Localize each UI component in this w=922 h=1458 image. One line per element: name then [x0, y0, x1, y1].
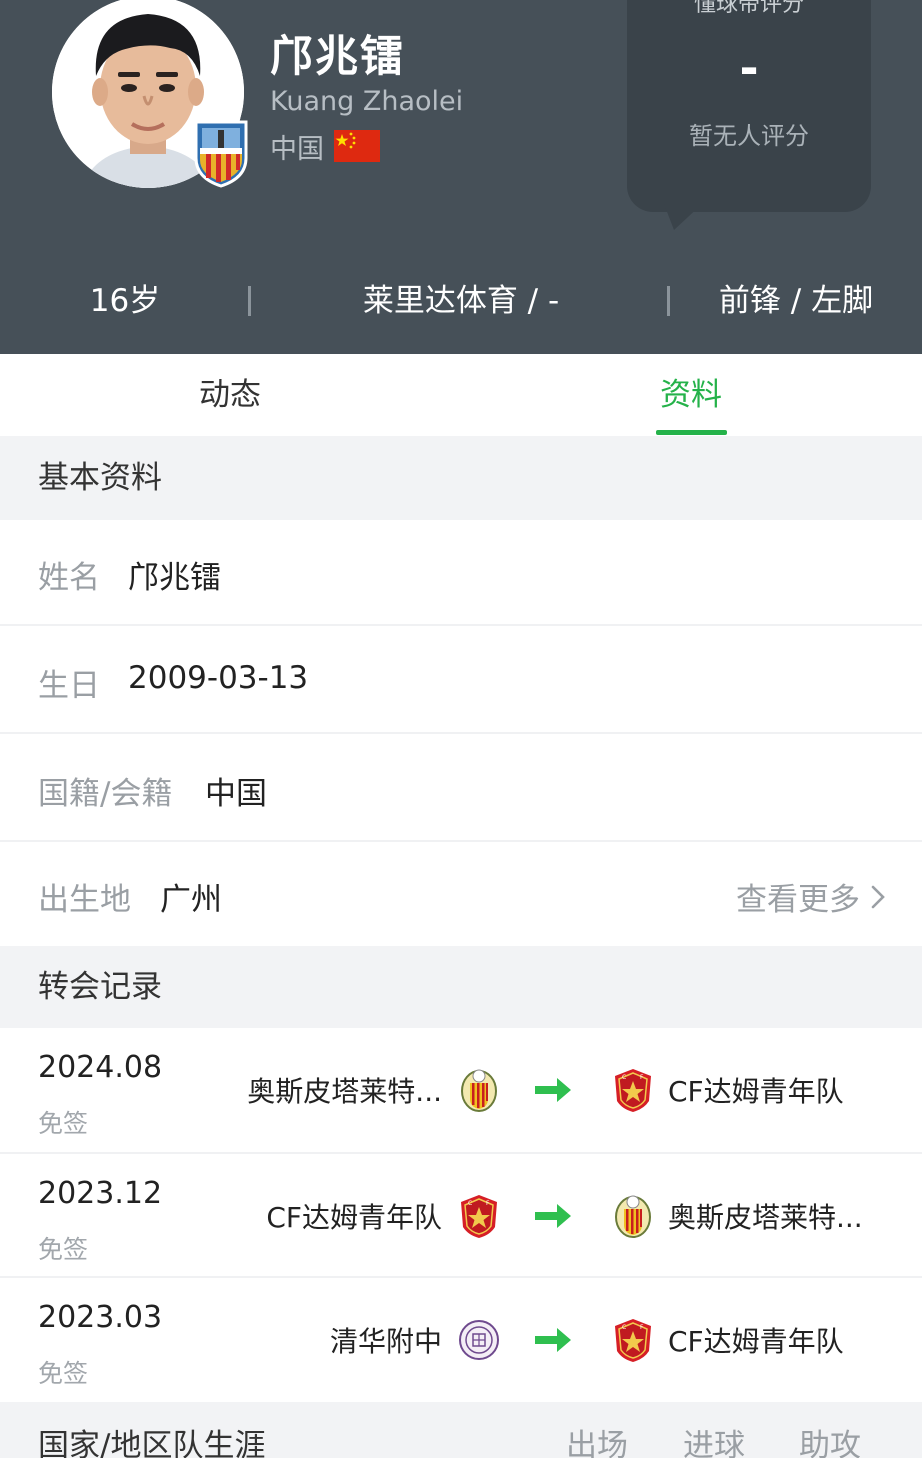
info-row-name: 姓名 邝兆镭 — [0, 520, 922, 626]
club-name: 清华附中 — [329, 1325, 442, 1358]
transfer-row[interactable]: 2023.12 免签 CF达姆青年队 奥斯皮塔莱特... — [0, 1154, 922, 1278]
arrow-right-icon — [535, 1078, 571, 1102]
cf-damm-badge-icon — [460, 1194, 498, 1239]
club-name: 奥斯皮塔莱特... — [668, 1201, 863, 1234]
transfer-row[interactable]: 2023.03 免签 清华附中 CF达姆青年队 — [0, 1278, 922, 1402]
rating-title: 懂球帝评分 — [693, 0, 804, 17]
from-club[interactable]: CF达姆青年队 — [266, 1154, 500, 1278]
section-title: 国家/地区队生涯 — [38, 1428, 266, 1458]
transfer-row[interactable]: 2024.08 免签 奥斯皮塔莱特... CF达姆青年队 — [0, 1028, 922, 1154]
row-label: 出生地 — [38, 882, 131, 918]
section-basic-info: 基本资料 — [0, 436, 922, 520]
section-title: 基本资料 — [38, 460, 162, 496]
row-value: 邝兆镭 — [128, 560, 221, 596]
row-value: 中国 — [205, 776, 267, 812]
club-name: CF达姆青年队 — [668, 1075, 844, 1108]
tsinghua-school-badge-icon — [459, 1320, 499, 1360]
nationality-text: 中国 — [270, 133, 324, 165]
row-label: 国籍/会籍 — [38, 776, 173, 812]
club-name: CF达姆青年队 — [668, 1325, 844, 1358]
cf-damm-badge-icon — [614, 1068, 652, 1113]
cf-damm-badge-icon — [614, 1318, 652, 1363]
transfer-date: 2024.08 — [38, 1050, 163, 1085]
divider — [248, 286, 251, 316]
hospitalet-badge-icon — [615, 1195, 651, 1238]
active-tab-indicator — [656, 430, 727, 435]
info-row-nationality: 国籍/会籍 中国 — [0, 734, 922, 842]
from-club[interactable]: 清华附中 — [330, 1278, 500, 1402]
info-row-birthplace: 出生地 广州 查看更多 — [0, 842, 922, 946]
row-value: 广州 — [160, 882, 222, 918]
transfer-type: 免签 — [38, 1359, 89, 1388]
player-name-en: Kuang Zhaolei — [270, 86, 464, 117]
tab-dynamic[interactable]: 动态 — [130, 354, 330, 436]
to-club[interactable]: 奥斯皮塔莱特... — [612, 1154, 863, 1278]
rating-bubble-tail — [664, 204, 702, 230]
rating-note: 暂无人评分 — [689, 122, 809, 150]
player-club-number[interactable]: 莱里达体育 / - — [300, 276, 622, 326]
column-header-assists: 助攻 — [799, 1428, 861, 1458]
transfer-date: 2023.03 — [38, 1300, 163, 1335]
row-value: 2009-03-13 — [128, 660, 309, 696]
row-label: 生日 — [38, 668, 100, 704]
club-crest-icon — [194, 120, 248, 188]
section-title: 转会记录 — [38, 969, 162, 1005]
club-name: 奥斯皮塔莱特... — [247, 1075, 442, 1108]
player-age: 16岁 — [89, 283, 161, 319]
hospitalet-badge-icon — [461, 1069, 497, 1112]
view-more-link[interactable]: 查看更多 — [736, 874, 886, 919]
chevron-right-icon — [871, 885, 885, 908]
transfer-type: 免签 — [38, 1109, 89, 1138]
player-position-foot: 前锋 / 左脚 — [718, 283, 874, 319]
column-header-goals: 进球 — [683, 1428, 745, 1458]
section-transfers: 转会记录 — [0, 946, 922, 1028]
from-club[interactable]: 奥斯皮塔莱特... — [247, 1028, 500, 1152]
player-name-cn: 邝兆镭 — [270, 32, 405, 82]
china-flag-icon — [334, 130, 380, 162]
row-label: 姓名 — [38, 560, 100, 596]
to-club[interactable]: CF达姆青年队 — [612, 1028, 844, 1152]
transfer-date: 2023.12 — [38, 1176, 163, 1211]
player-avatar-block — [52, 0, 248, 188]
arrow-right-icon — [535, 1328, 571, 1352]
tab-profile[interactable]: 资料 — [591, 354, 791, 436]
rating-bubble[interactable] — [627, 0, 871, 212]
section-national-team: 国家/地区队生涯 出场 进球 助攻 — [0, 1402, 922, 1458]
nationality-row: 中国 — [270, 130, 380, 165]
arrow-right-icon — [535, 1204, 571, 1228]
divider — [667, 286, 670, 316]
column-header-apps: 出场 — [566, 1428, 628, 1458]
tab-bar: 动态 资料 — [0, 354, 922, 436]
info-row-birthday: 生日 2009-03-13 — [0, 626, 922, 734]
player-info-strip: 16岁 莱里达体育 / - 前锋 / 左脚 — [0, 276, 922, 326]
to-club[interactable]: CF达姆青年队 — [612, 1278, 844, 1402]
club-name: CF达姆青年队 — [266, 1201, 442, 1234]
view-more-label: 查看更多 — [736, 882, 860, 918]
player-header: 邝兆镭 Kuang Zhaolei 中国 懂球帝评分 - 暂无人评分 16岁 莱… — [0, 0, 922, 354]
transfer-type: 免签 — [38, 1235, 89, 1264]
rating-value: - — [739, 41, 759, 95]
